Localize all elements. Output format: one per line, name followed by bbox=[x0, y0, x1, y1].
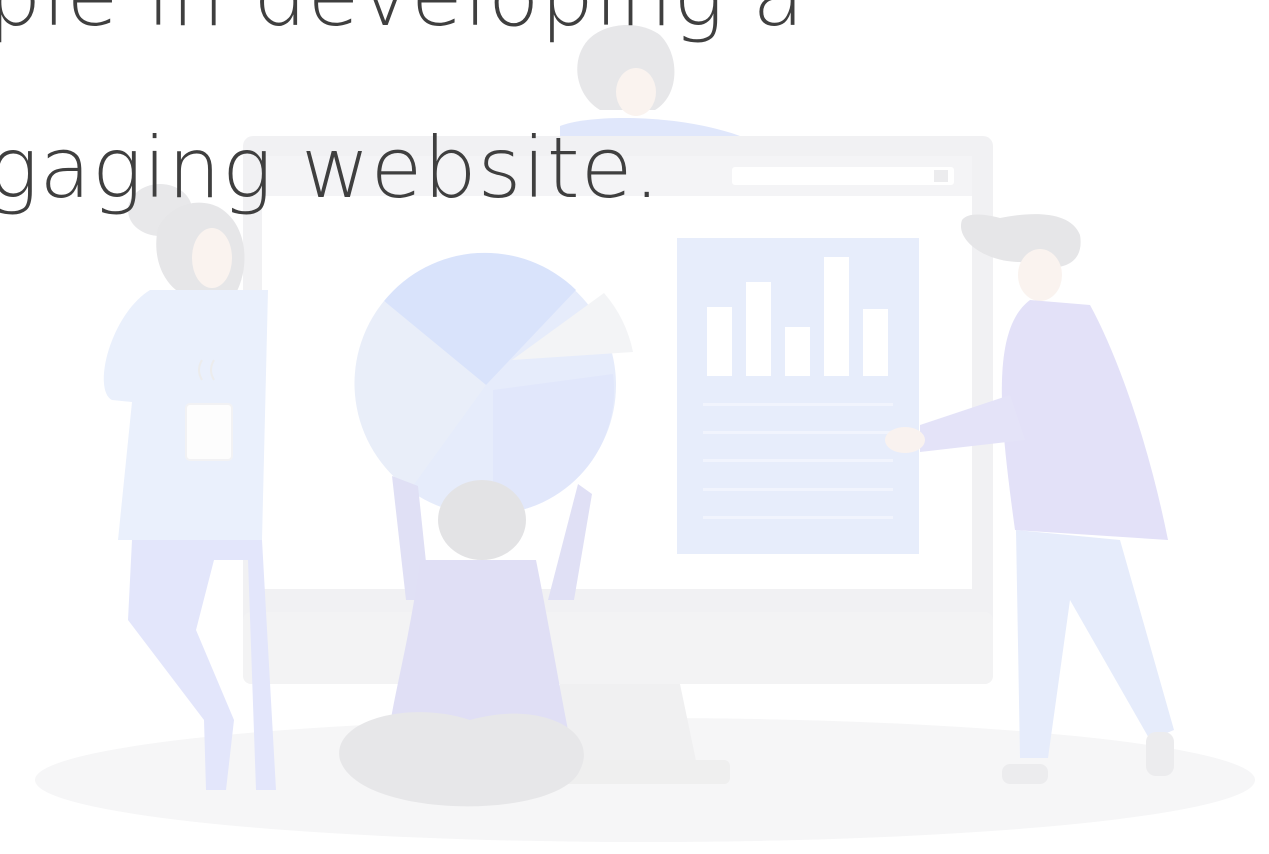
person-right-face bbox=[1018, 249, 1062, 301]
person-left-face bbox=[192, 228, 232, 288]
person-right-body bbox=[1001, 300, 1168, 540]
bar-2 bbox=[746, 282, 771, 376]
panel-line-4 bbox=[703, 488, 893, 491]
person-right-legs bbox=[1016, 530, 1174, 758]
bar-panel-bg bbox=[677, 238, 919, 554]
screen-search-bar bbox=[732, 167, 954, 185]
mug-icon bbox=[185, 403, 233, 461]
person-right-hand bbox=[885, 427, 925, 453]
screen-search-icon bbox=[934, 170, 948, 182]
bar-3 bbox=[785, 327, 810, 376]
bar-4 bbox=[824, 257, 849, 376]
panel-line-3 bbox=[703, 459, 893, 462]
monitor-chin bbox=[243, 612, 993, 684]
panel-line-2 bbox=[703, 431, 893, 434]
hero-heading-line-2: gaging website. bbox=[0, 119, 662, 217]
hero-heading-line-1: ple in developing a bbox=[0, 0, 805, 38]
bar-1 bbox=[707, 307, 732, 376]
person-right-shoe-left bbox=[1002, 764, 1048, 784]
panel-line-5 bbox=[703, 516, 893, 519]
panel-line-1 bbox=[703, 403, 893, 406]
bar-5 bbox=[863, 309, 888, 376]
person-sitting-head bbox=[438, 480, 526, 560]
bar-chart-panel bbox=[677, 238, 919, 554]
person-top-face bbox=[616, 68, 656, 116]
person-right-shoe-right bbox=[1146, 732, 1174, 776]
